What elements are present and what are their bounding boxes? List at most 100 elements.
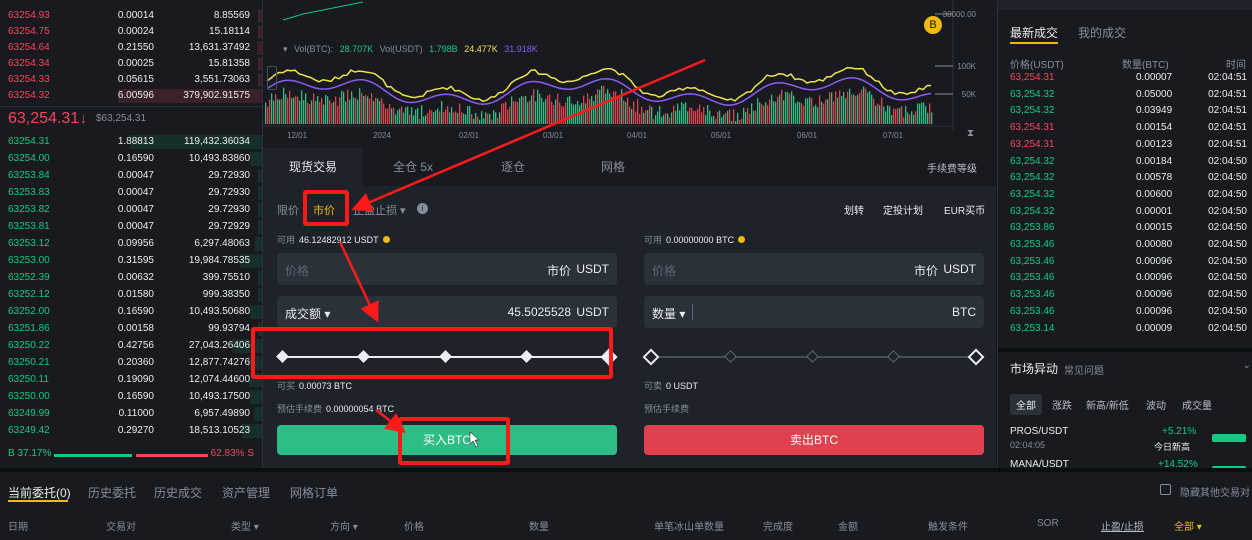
tab-spot[interactable]: 现货交易	[263, 148, 363, 186]
volume-bar	[591, 96, 593, 124]
timeline-icon[interactable]: ⧗	[967, 128, 974, 139]
buy-price-field[interactable]: 价格 市价 USDT	[277, 253, 617, 285]
tab-grid[interactable]: 网格	[563, 148, 663, 186]
bid-row[interactable]: 63253.84 0.00047 29.72930	[0, 168, 262, 184]
sell-amount-field[interactable]: 数量 ▾ BTC	[644, 296, 984, 328]
filter-change[interactable]: 涨跌	[1052, 397, 1072, 412]
volume-bar	[875, 105, 877, 124]
filter-volume[interactable]: 成交量	[1182, 397, 1212, 412]
mover-pair[interactable]: PROS/USDT	[1010, 426, 1068, 437]
volume-bar	[675, 110, 677, 124]
bid-amount: 0.00158	[117, 323, 154, 334]
bid-row[interactable]: 63252.12 0.01580 999.38350	[0, 287, 262, 303]
tab-my-trades[interactable]: 我的成交	[1078, 24, 1126, 41]
chevron-down-icon[interactable]: ⌄	[1243, 360, 1251, 371]
x-tick: 07/01	[883, 131, 904, 140]
col-filled: 完成度	[763, 522, 793, 533]
bid-price: 63253.81	[8, 221, 50, 232]
buy-amount-field[interactable]: 成交额 ▾ 45.5025528 USDT	[277, 296, 617, 328]
ask-row[interactable]: 63254.64 0.21550 13,631.37492	[0, 40, 262, 56]
volume-bar	[335, 96, 337, 124]
sell-btc-button[interactable]: 卖出BTC	[644, 425, 984, 455]
trade-amount: 0.00096	[1136, 289, 1173, 301]
tab-grid-orders[interactable]: 网格订单	[290, 484, 338, 501]
buy-amount-type-dropdown[interactable]: 成交额 ▾	[285, 305, 330, 322]
bid-row[interactable]: 63254.00 0.16590 10,493.83860	[0, 151, 262, 167]
coin-badge-icon[interactable]: B	[924, 16, 942, 34]
tab-latest-trades[interactable]: 最新成交	[1010, 24, 1058, 41]
expand-panel-icon[interactable]: ›	[267, 66, 277, 90]
transfer-link[interactable]: 划转	[844, 202, 864, 217]
filter-high-low[interactable]: 新高/新低	[1086, 397, 1129, 412]
ask-price: 63254.75	[8, 26, 50, 37]
bid-row[interactable]: 63254.31 1.88813 119,432.36034	[0, 134, 262, 150]
volume-bar	[287, 97, 289, 124]
hide-other-pairs-checkbox[interactable]	[1160, 484, 1171, 495]
trade-amount: 0.00009	[1136, 322, 1173, 334]
bid-row[interactable]: 63251.86 0.00158 99.93794	[0, 321, 262, 337]
col-side[interactable]: 方向 ▾	[330, 518, 358, 533]
bid-row[interactable]: 63249.42 0.29270 18,513.10523	[0, 423, 262, 439]
tab-trade-history[interactable]: 历史成交	[154, 484, 202, 501]
faq-link[interactable]: 常见问题	[1064, 362, 1104, 377]
slider-step-0[interactable]	[642, 348, 660, 366]
slider-step-100[interactable]	[967, 348, 985, 366]
bid-row[interactable]: 63253.00 0.31595 19,984.78535	[0, 253, 262, 269]
slider-step-25[interactable]	[724, 350, 738, 363]
mid-price[interactable]: 63,254.31 ↓ $63,254.31	[0, 106, 262, 130]
tab-assets[interactable]: 资产管理	[222, 484, 270, 501]
ask-row[interactable]: 63254.93 0.00014 8.85569	[0, 8, 262, 24]
col-type[interactable]: 类型 ▾	[231, 518, 259, 533]
filter-volatility[interactable]: 波动	[1146, 397, 1166, 412]
volume-bar	[693, 110, 695, 124]
slider-step-50[interactable]	[805, 350, 819, 363]
ask-row[interactable]: 63254.33 0.05615 3,551.73063	[0, 72, 262, 88]
trade-row: 63,254.32 0.03949 02:04:51	[998, 105, 1252, 121]
recurring-buy-link[interactable]: 定投计划	[883, 202, 923, 217]
cancel-all-dropdown[interactable]: 全部 ▾	[1174, 518, 1202, 533]
bid-row[interactable]: 63250.11 0.19090 12,074.44600	[0, 372, 262, 388]
tab-cross-margin[interactable]: 全仓 5x	[363, 148, 463, 186]
bid-row[interactable]: 63250.22 0.42756 27,043.26406	[0, 338, 262, 354]
sell-price-field[interactable]: 价格 市价 USDT	[644, 253, 984, 285]
volume-bar	[511, 96, 513, 124]
fee-level-link[interactable]: 手续费等级	[927, 160, 977, 175]
price-chart[interactable]: ▾ Vol(BTC): 28.707K Vol(USDT) 1.798B 24.…	[262, 0, 996, 148]
bid-row[interactable]: 63250.21 0.20360 12,877.74276	[0, 355, 262, 371]
bid-row[interactable]: 63253.12 0.09956 6,297.48063	[0, 236, 262, 252]
tab-open-orders[interactable]: 当前委托(0)	[8, 484, 71, 501]
bid-row[interactable]: 63253.81 0.00047 29.72929	[0, 219, 262, 235]
bid-amount: 0.00047	[117, 204, 154, 215]
ask-row[interactable]: 63254.75 0.00024 15.18114	[0, 24, 262, 40]
volume-bar	[851, 94, 853, 124]
order-type-limit[interactable]: 限价	[277, 202, 299, 218]
volume-bar	[809, 96, 811, 124]
info-icon[interactable]: i	[417, 203, 428, 214]
ask-row[interactable]: 63254.32 6.00596 379,902.91575	[0, 88, 262, 104]
ask-row[interactable]: 63254.34 0.00025 15.81358	[0, 56, 262, 72]
bid-row[interactable]: 63253.82 0.00047 29.72930	[0, 202, 262, 218]
filter-all[interactable]: 全部	[1010, 394, 1042, 415]
volume-bar	[569, 96, 571, 124]
sell-percent-slider[interactable]	[642, 348, 985, 366]
order-type-stop[interactable]: 止盈止损 ▾	[353, 202, 406, 218]
volume-bar	[411, 107, 413, 124]
bid-row[interactable]: 63252.39 0.00632 399.75510	[0, 270, 262, 286]
tab-order-history[interactable]: 历史委托	[88, 484, 136, 501]
eur-buy-link[interactable]: EUR买币	[944, 202, 985, 217]
volume-bar	[793, 95, 795, 124]
bid-row[interactable]: 63249.99 0.11000 6,957.49890	[0, 406, 262, 422]
tab-isolated-margin[interactable]: 逐仓	[463, 148, 563, 186]
volume-bar	[539, 93, 541, 124]
bid-row[interactable]: 63253.83 0.00047 29.72930	[0, 185, 262, 201]
slider-step-75[interactable]	[886, 350, 900, 363]
volume-bar	[621, 89, 623, 124]
market-movers-title: 市场异动	[1010, 362, 1059, 376]
bid-row[interactable]: 63252.00 0.16590 10,493.50680	[0, 304, 262, 320]
trade-time: 02:04:50	[1208, 239, 1247, 250]
bid-row[interactable]: 63250.00 0.16590 10,493.17500	[0, 389, 262, 405]
volume-bar	[677, 103, 679, 124]
sell-amount-type-dropdown[interactable]: 数量 ▾	[652, 305, 685, 322]
volume-bar	[627, 97, 629, 124]
col-tp-sl[interactable]: 止盈/止损	[1101, 518, 1144, 533]
